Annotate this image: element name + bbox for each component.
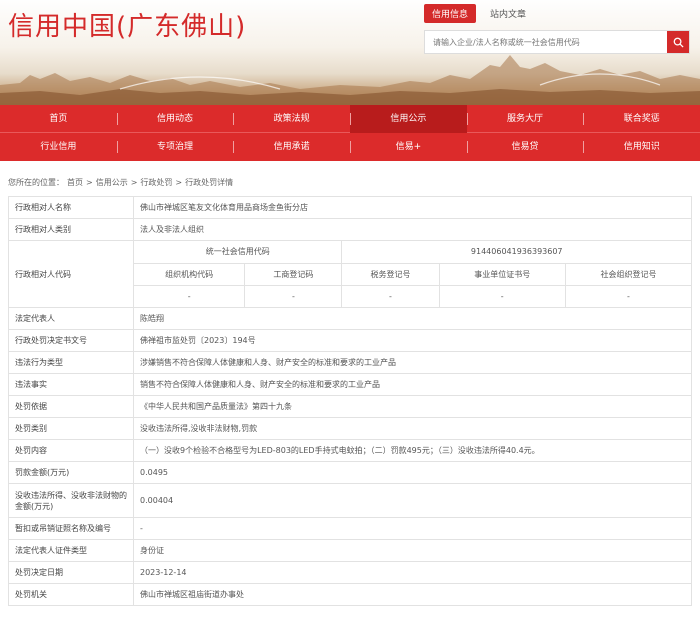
row-label: 法定代表人证件类型: [8, 539, 134, 562]
breadcrumb-credit-public[interactable]: 信用公示: [96, 178, 128, 187]
table-row: 暂扣或吊销证照名称及编号 -: [8, 517, 692, 540]
site-header: 信用中国(广东佛山) 信用信息 站内文章: [0, 0, 700, 105]
nav-item-xinyi-plus[interactable]: 信易+: [350, 133, 467, 161]
code-header: 组织机构代码: [134, 262, 246, 286]
code-header: 社会组织登记号: [564, 262, 691, 286]
table-row: 罚款金额(万元) 0.0495: [8, 461, 692, 484]
row-value: -: [133, 517, 692, 540]
code-header: 事业单位证书号: [438, 262, 566, 286]
row-label: 处罚依据: [8, 395, 134, 418]
row-label: 处罚内容: [8, 439, 134, 462]
codes-subtable: 统一社会信用代码 914406041936393607 组织机构代码 工商登记码…: [134, 241, 691, 307]
row-value: 涉嫌销售不符合保障人体健康和人身、财产安全的标准和要求的工业产品: [133, 351, 692, 374]
site-logo[interactable]: 信用中国(广东佛山): [8, 6, 246, 43]
table-row: 处罚机关 佛山市禅城区祖庙街道办事处: [8, 583, 692, 606]
breadcrumb-prefix: 您所在的位置：: [8, 178, 64, 187]
table-row: 法定代表人 陈皓翔: [8, 307, 692, 330]
uscc-value: 914406041936393607: [341, 241, 691, 264]
penalty-detail-table: 行政相对人名称 佛山市禅城区笔友文化体育用品商场金鱼街分店 行政相对人类别 法人…: [8, 196, 692, 606]
code-header: 税务登记号: [341, 262, 440, 286]
codes-subtable-cell: 统一社会信用代码 914406041936393607 组织机构代码 工商登记码…: [133, 240, 692, 308]
main-nav: 首页 信用动态 政策法规 信用公示 服务大厅 联合奖惩 行业信用 专项治理 信用…: [0, 104, 700, 161]
row-value: 0.00404: [133, 483, 692, 518]
table-row: 处罚内容 （一）没收9个检验不合格型号为LED-803的LED手持式电蚊拍；（二）…: [8, 439, 692, 462]
code-value: -: [134, 284, 246, 307]
row-value: 陈皓翔: [133, 307, 692, 330]
row-value: 0.0495: [133, 461, 692, 484]
table-row: 行政处罚决定书文号 佛禅祖市监处罚〔2023〕194号: [8, 329, 692, 352]
code-value: -: [341, 284, 440, 307]
row-value: （一）没收9个检验不合格型号为LED-803的LED手持式电蚊拍；（二）罚款49…: [133, 439, 692, 462]
code-value: -: [564, 284, 691, 307]
table-row: 违法事实 销售不符合保障人体健康和人身、财产安全的标准和要求的工业产品: [8, 373, 692, 396]
row-value: 《中华人民共和国产品质量法》第四十九条: [133, 395, 692, 418]
row-label: 没收违法所得、没收非法财物的金额(万元): [8, 483, 134, 518]
tab-credit-info[interactable]: 信用信息: [424, 4, 477, 23]
nav-item-service-hall[interactable]: 服务大厅: [466, 105, 584, 133]
row-label: 处罚决定日期: [8, 561, 134, 584]
row-label: 违法事实: [8, 373, 134, 396]
nav-item-credit-knowledge[interactable]: 信用知识: [583, 133, 700, 161]
row-value: 佛禅祖市监处罚〔2023〕194号: [133, 329, 692, 352]
main-nav-row-2: 行业信用 专项治理 信用承诺 信易+ 信易贷 信用知识: [0, 133, 700, 161]
search-scope-tabs: 信用信息 站内文章: [424, 4, 534, 23]
table-row: 处罚类别 没收违法所得,没收非法财物,罚款: [8, 417, 692, 440]
table-row: 行政相对人类别 法人及非法人组织: [8, 218, 692, 241]
row-label: 行政处罚决定书文号: [8, 329, 134, 352]
row-label: 处罚机关: [8, 583, 134, 606]
row-label: 违法行为类型: [8, 351, 134, 374]
breadcrumb-separator: >: [175, 178, 183, 187]
row-label: 处罚类别: [8, 417, 134, 440]
breadcrumb-current: 行政处罚详情: [185, 178, 234, 187]
main-nav-row-1: 首页 信用动态 政策法规 信用公示 服务大厅 联合奖惩: [0, 104, 700, 133]
table-row: 处罚依据 《中华人民共和国产品质量法》第四十九条: [8, 395, 692, 418]
table-row: 没收违法所得、没收非法财物的金额(万元) 0.00404: [8, 483, 692, 518]
row-value: 2023-12-14: [133, 561, 692, 584]
row-label: 暂扣或吊销证照名称及编号: [8, 517, 134, 540]
row-label: 法定代表人: [8, 307, 134, 330]
row-label: 行政相对人名称: [8, 196, 134, 219]
nav-item-policies[interactable]: 政策法规: [233, 105, 350, 133]
row-value: 身份证: [133, 539, 692, 562]
row-value: 法人及非法人组织: [133, 218, 692, 241]
code-value: -: [438, 284, 566, 307]
breadcrumb-home[interactable]: 首页: [67, 178, 83, 187]
tab-site-articles[interactable]: 站内文章: [482, 4, 534, 23]
code-value: -: [244, 284, 343, 307]
row-value: 佛山市禅城区笔友文化体育用品商场金鱼街分店: [133, 196, 692, 219]
nav-item-special-governance[interactable]: 专项治理: [116, 133, 234, 161]
row-label: 罚款金额(万元): [8, 461, 134, 484]
row-label: 行政相对人类别: [8, 218, 134, 241]
row-label: 行政相对人代码: [8, 240, 134, 308]
row-value: 没收违法所得,没收非法财物,罚款: [133, 417, 692, 440]
nav-item-home[interactable]: 首页: [0, 105, 117, 133]
nav-item-credit-commitment[interactable]: 信用承诺: [233, 133, 350, 161]
uscc-header: 统一社会信用代码: [134, 241, 343, 264]
breadcrumb-separator: >: [86, 178, 93, 187]
nav-item-joint-reward[interactable]: 联合奖惩: [583, 105, 700, 133]
city-skyline-banner: [0, 55, 700, 105]
row-value: 销售不符合保障人体健康和人身、财产安全的标准和要求的工业产品: [133, 373, 692, 396]
table-row: 违法行为类型 涉嫌销售不符合保障人体健康和人身、财产安全的标准和要求的工业产品: [8, 351, 692, 374]
table-row: 处罚决定日期 2023-12-14: [8, 561, 692, 584]
table-row: 行政相对人名称 佛山市禅城区笔友文化体育用品商场金鱼街分店: [8, 196, 692, 219]
nav-item-xinyi-loan[interactable]: 信易贷: [466, 133, 584, 161]
code-header: 工商登记码: [244, 262, 343, 286]
breadcrumb: 您所在的位置： 首页 > 信用公示 > 行政处罚 > 行政处罚详情: [0, 161, 700, 196]
nav-item-industry-credit[interactable]: 行业信用: [0, 133, 117, 161]
breadcrumb-separator: >: [130, 178, 138, 187]
nav-item-credit-news[interactable]: 信用动态: [116, 105, 234, 133]
nav-item-credit-public[interactable]: 信用公示: [350, 104, 467, 133]
breadcrumb-penalty[interactable]: 行政处罚: [140, 178, 172, 187]
row-value: 佛山市禅城区祖庙街道办事处: [133, 583, 692, 606]
table-row-codes: 行政相对人代码 统一社会信用代码 914406041936393607 组织机构…: [8, 240, 692, 308]
table-row: 法定代表人证件类型 身份证: [8, 539, 692, 562]
